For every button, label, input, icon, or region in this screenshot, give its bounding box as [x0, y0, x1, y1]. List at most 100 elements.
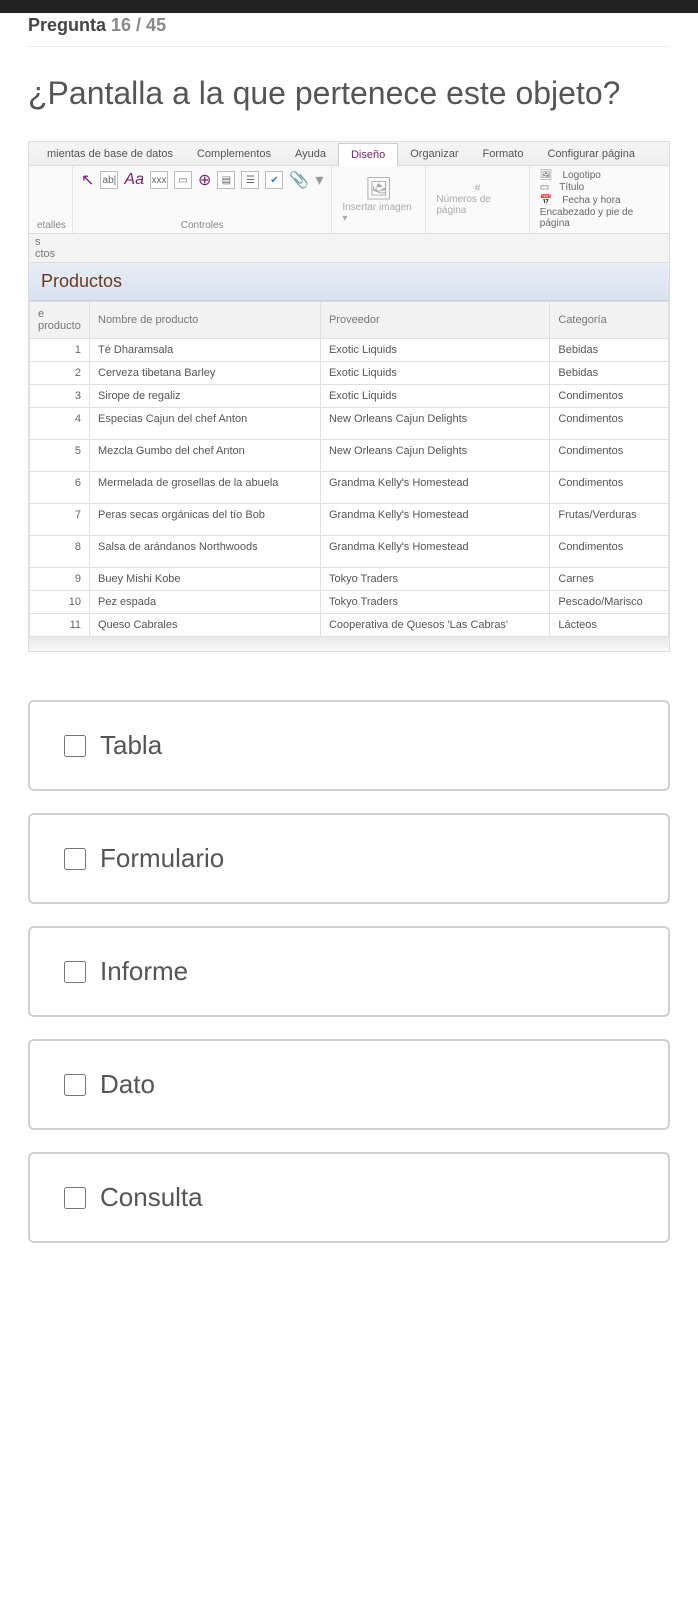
answer-label: Tabla — [100, 730, 162, 761]
cell-category: Condimentos — [550, 385, 669, 408]
cell-id: 1 — [30, 339, 90, 362]
cell-supplier: Exotic Liquids — [320, 362, 549, 385]
ribbon-tabs: mientas de base de datosComplementosAyud… — [29, 142, 669, 166]
more-controls-icon: ▾ — [315, 170, 323, 190]
cell-id: 10 — [30, 591, 90, 614]
ribbon-tab: Diseño — [338, 143, 398, 167]
scroll-shadow — [29, 637, 669, 651]
question-figure: mientas de base de datosComplementosAyud… — [28, 141, 670, 652]
cell-id: 6 — [30, 472, 90, 504]
cell-category: Condimentos — [550, 408, 669, 440]
table-row: 1Té DharamsalaExotic LiquidsBebidas — [30, 339, 669, 362]
column-header: e producto — [30, 302, 90, 339]
cell-name: Especias Cajun del chef Anton — [90, 408, 321, 440]
cell-supplier: Tokyo Traders — [320, 568, 549, 591]
cell-category: Condimentos — [550, 536, 669, 568]
cursor-icon: ↖ — [81, 170, 94, 190]
cell-category: Lácteos — [550, 614, 669, 637]
logo-icon: 🖼 — [540, 170, 553, 181]
answer-option[interactable]: Dato — [28, 1039, 670, 1130]
cell-name: Pez espada — [90, 591, 321, 614]
ribbon-page-numbers: # Números de página — [426, 166, 529, 233]
table-row: 5Mezcla Gumbo del chef AntonNew Orleans … — [30, 440, 669, 472]
ribbon-tab: Formato — [471, 143, 536, 165]
answer-checkbox[interactable] — [64, 848, 86, 870]
title-icon: ▭ — [540, 182, 549, 193]
cell-name: Peras secas orgánicas del tío Bob — [90, 504, 321, 536]
cell-category: Frutas/Verduras — [550, 504, 669, 536]
answer-option[interactable]: Consulta — [28, 1152, 670, 1243]
answer-checkbox[interactable] — [64, 735, 86, 757]
list-control-icon: ☰ — [241, 171, 259, 189]
ribbon-group-details: etalles — [29, 166, 73, 233]
cell-supplier: New Orleans Cajun Delights — [320, 408, 549, 440]
combo-control-icon: ▤ — [217, 171, 235, 189]
answer-label: Formulario — [100, 843, 224, 874]
report-table-header: e productoNombre de productoProveedorCat… — [30, 302, 669, 339]
cell-name: Té Dharamsala — [90, 339, 321, 362]
ribbon-group-header-footer-label: Encabezado y pie de página — [540, 207, 659, 229]
table-row: 4Especias Cajun del chef AntonNew Orlean… — [30, 408, 669, 440]
ribbon-tab: Complementos — [185, 143, 283, 165]
ribbon-tab: mientas de base de datos — [35, 143, 185, 165]
hyperlink-control-icon: ⊕ — [198, 170, 211, 190]
answer-checkbox[interactable] — [64, 1074, 86, 1096]
cell-name: Sirope de regaliz — [90, 385, 321, 408]
table-row: 2Cerveza tibetana BarleyExotic LiquidsBe… — [30, 362, 669, 385]
progress-counter: 16 / 45 — [111, 15, 166, 35]
cell-name: Buey Mishi Kobe — [90, 568, 321, 591]
question-text: ¿Pantalla a la que pertenece este objeto… — [28, 73, 670, 113]
report-title: Productos — [41, 271, 122, 291]
cell-id: 3 — [30, 385, 90, 408]
progress-label: Pregunta — [28, 15, 106, 35]
cell-id: 8 — [30, 536, 90, 568]
cell-id: 2 — [30, 362, 90, 385]
report-table-body: 1Té DharamsalaExotic LiquidsBebidas2Cerv… — [30, 339, 669, 637]
cell-category: Carnes — [550, 568, 669, 591]
cell-name: Cerveza tibetana Barley — [90, 362, 321, 385]
answer-checkbox[interactable] — [64, 1187, 86, 1209]
table-row: 11Queso CabralesCooperativa de Quesos 'L… — [30, 614, 669, 637]
ribbon-insert-image: 🖼 Insertar imagen ▾ — [332, 166, 426, 233]
checkbox-control-icon: ✔ — [265, 171, 283, 189]
ribbon-group-header-footer: 🖼Logotipo ▭Título 📅Fecha y hora Encabeza… — [530, 166, 669, 233]
cell-name: Mermelada de grosellas de la abuela — [90, 472, 321, 504]
label-control-icon: Aa — [124, 171, 144, 189]
answer-option[interactable]: Tabla — [28, 700, 670, 791]
object-tab-1: s — [35, 236, 41, 248]
column-header: Nombre de producto — [90, 302, 321, 339]
date-icon: 📅 — [540, 195, 552, 206]
table-row: 9Buey Mishi KobeTokyo TradersCarnes — [30, 568, 669, 591]
ribbon-group-details-label: etalles — [37, 220, 64, 231]
ribbon-tab: Organizar — [398, 143, 470, 165]
image-icon: 🖼 — [365, 176, 393, 202]
textbox-control-icon: ab| — [100, 171, 118, 189]
answer-checkbox[interactable] — [64, 961, 86, 983]
cell-category: Bebidas — [550, 362, 669, 385]
cell-supplier: New Orleans Cajun Delights — [320, 440, 549, 472]
cell-id: 5 — [30, 440, 90, 472]
cell-id: 9 — [30, 568, 90, 591]
object-tab-row: s ctos — [29, 234, 669, 263]
cell-name: Mezcla Gumbo del chef Anton — [90, 440, 321, 472]
header-item-logo: Logotipo — [562, 170, 600, 181]
answer-option[interactable]: Informe — [28, 926, 670, 1017]
cell-category: Condimentos — [550, 472, 669, 504]
header-item-date: Fecha y hora — [562, 195, 620, 206]
answer-options: Tabla Formulario Informe Dato Consulta — [28, 700, 670, 1243]
cell-supplier: Exotic Liquids — [320, 339, 549, 362]
ribbon-body: etalles ↖ ab| Aa xxx ▭ ⊕ ▤ ☰ ✔ 📎 ▾ Contr… — [29, 166, 669, 234]
cell-supplier: Tokyo Traders — [320, 591, 549, 614]
cell-id: 11 — [30, 614, 90, 637]
report-table: e productoNombre de productoProveedorCat… — [29, 301, 669, 637]
column-header: Proveedor — [320, 302, 549, 339]
page-numbers-label: Números de página — [436, 194, 518, 216]
answer-label: Consulta — [100, 1182, 203, 1213]
cell-category: Bebidas — [550, 339, 669, 362]
table-row: 6Mermelada de grosellas de la abuelaGran… — [30, 472, 669, 504]
ribbon-tab: Configurar página — [535, 143, 646, 165]
cell-id: 7 — [30, 504, 90, 536]
page-number-icon: # — [475, 183, 481, 194]
answer-label: Dato — [100, 1069, 155, 1100]
answer-option[interactable]: Formulario — [28, 813, 670, 904]
